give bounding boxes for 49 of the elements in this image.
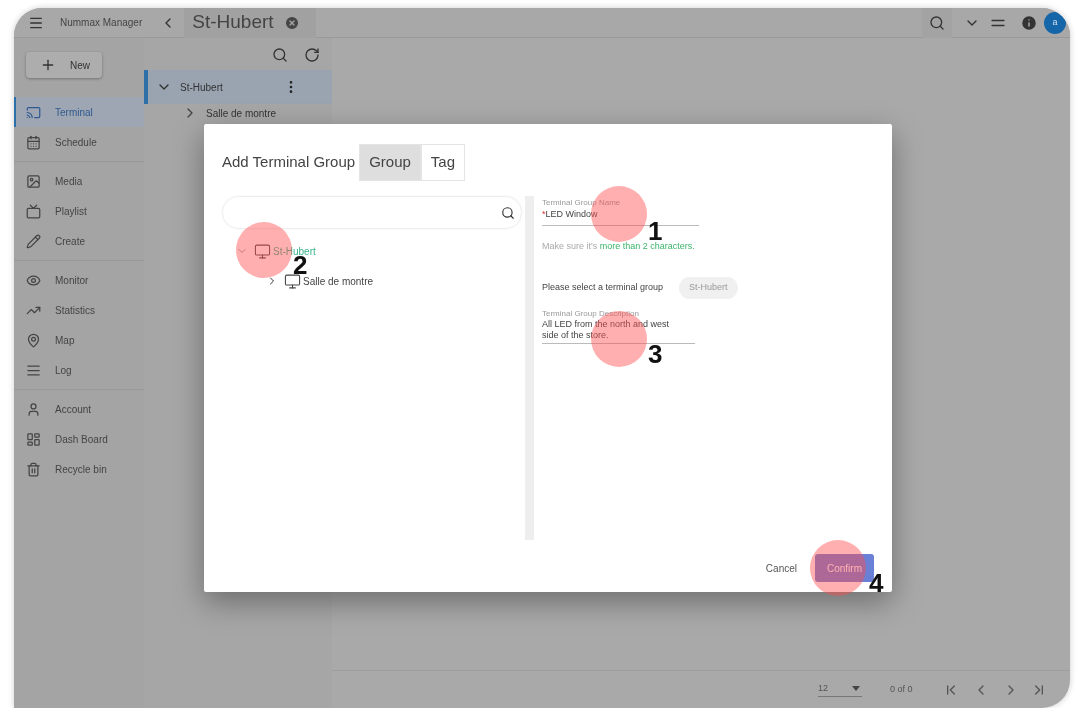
search-icon[interactable] <box>501 205 515 220</box>
cast-icon <box>26 104 41 120</box>
avatar[interactable]: a <box>1044 11 1066 34</box>
sidebar-item[interactable]: Map <box>14 325 144 355</box>
mode-tab[interactable]: Tag <box>420 143 465 181</box>
sidebar-item[interactable]: Playlist <box>14 196 144 226</box>
sidebar-item[interactable]: Monitor <box>14 265 144 295</box>
title-tab[interactable]: St-Hubert <box>184 8 317 38</box>
group-select-label: Please select a terminal group <box>542 281 664 295</box>
app-name: Nummax Manager <box>60 16 143 30</box>
calendar-icon <box>26 134 41 150</box>
tree-item[interactable]: St-Hubert <box>144 70 332 104</box>
sidebar-item[interactable]: Recycle bin <box>14 454 144 484</box>
page-size-select[interactable]: 12 <box>818 681 862 698</box>
monitor-icon <box>284 272 301 290</box>
search-button[interactable] <box>922 8 952 38</box>
sidebar-item[interactable]: Account <box>14 394 144 424</box>
lines-icon <box>26 362 41 378</box>
info-icon[interactable] <box>1020 13 1038 32</box>
eye-icon <box>26 272 41 288</box>
search-icon[interactable] <box>272 47 288 63</box>
cancel-button[interactable]: Cancel <box>765 560 797 576</box>
new-button[interactable]: New <box>26 52 102 78</box>
search-icon <box>929 14 945 31</box>
group-chip[interactable]: St-Hubert <box>679 277 738 299</box>
description-field[interactable]: Terminal Group Description All LED from the north and west side of the store. <box>542 309 695 344</box>
sidebar-item[interactable]: Create <box>14 226 144 256</box>
sidebar-item[interactable]: Media <box>14 166 144 196</box>
dialog-title: Add Terminal Group <box>222 151 356 172</box>
sidebar-item[interactable]: Schedule <box>14 127 144 157</box>
image-icon <box>26 173 41 189</box>
trash-icon <box>26 461 41 477</box>
mode-tab[interactable]: Group <box>359 143 421 181</box>
sidebar-item[interactable]: Dash Board <box>14 424 144 454</box>
map-pin-icon <box>26 332 41 348</box>
pencil-icon <box>26 233 41 249</box>
tv-icon <box>26 203 41 219</box>
refresh-icon[interactable] <box>304 47 320 63</box>
plus-icon <box>40 57 56 73</box>
hint-text: Make sure it's more than 2 characters. <box>542 240 696 253</box>
sidebar-item[interactable]: Terminal <box>14 97 144 127</box>
dashboard-icon <box>26 431 41 447</box>
page-range: 0 of 0 <box>890 682 913 696</box>
sidebar-item[interactable]: Log <box>14 355 144 385</box>
sidebar-item[interactable]: Statistics <box>14 295 144 325</box>
monitor-icon <box>254 242 271 260</box>
close-icon[interactable] <box>283 14 300 31</box>
person-icon <box>26 401 41 417</box>
tree-item[interactable]: Salle de montre <box>154 104 332 122</box>
